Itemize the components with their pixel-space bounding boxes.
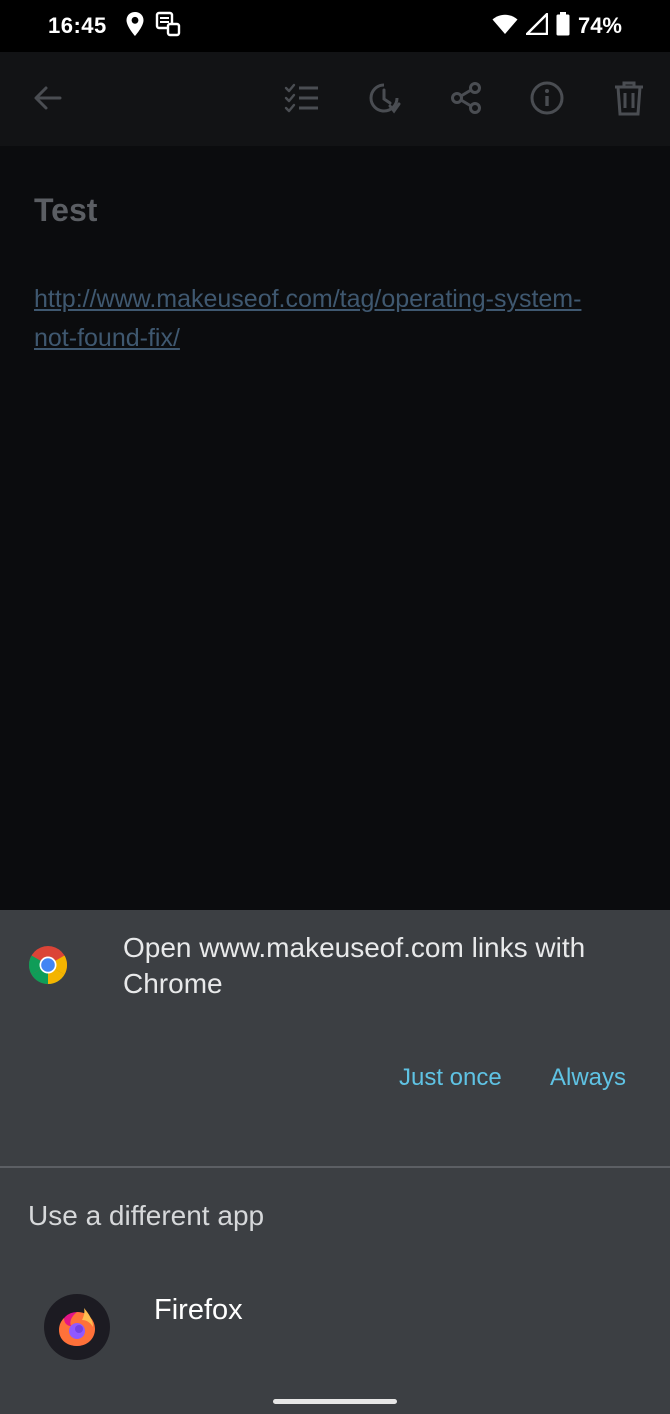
sheet-divider: [0, 1166, 670, 1168]
note-title: Test: [34, 192, 98, 228]
screen: 16:45 74% Test http://www.makeuseof.com/…: [0, 0, 670, 1414]
section-title: Use a different app: [28, 1200, 265, 1231]
status-bar: 16:45 74%: [0, 0, 670, 52]
share-icon[interactable]: [446, 78, 486, 118]
back-arrow-icon[interactable]: [28, 78, 68, 118]
info-icon[interactable]: [527, 78, 567, 118]
app-label: Firefox: [154, 1294, 243, 1326]
home-indicator[interactable]: [273, 1399, 397, 1404]
delete-icon[interactable]: [609, 78, 649, 118]
notification-icon: [155, 11, 181, 42]
location-icon: [125, 11, 145, 42]
battery-percent: 74%: [577, 13, 622, 38]
checklist-icon[interactable]: [282, 78, 322, 118]
chrome-icon: [28, 945, 68, 985]
just-once-button[interactable]: Just once: [399, 1064, 502, 1092]
battery-icon: [556, 11, 570, 41]
sheet-title: Open www.makeuseof.com links with Chrome: [123, 932, 586, 999]
note-link[interactable]: http://www.makeuseof.com/tag/operating-s…: [34, 280, 594, 358]
app-row-firefox[interactable]: Firefox: [0, 1260, 670, 1380]
reminder-icon[interactable]: [364, 78, 404, 118]
status-time: 16:45: [48, 13, 107, 38]
status-left-icons: [125, 11, 181, 42]
firefox-icon: [44, 1294, 110, 1360]
note-toolbar: [0, 52, 670, 146]
signal-icon: [525, 12, 549, 40]
always-button[interactable]: Always: [550, 1064, 626, 1092]
wifi-icon: [492, 13, 518, 40]
status-right-icons: 74%: [492, 11, 622, 41]
